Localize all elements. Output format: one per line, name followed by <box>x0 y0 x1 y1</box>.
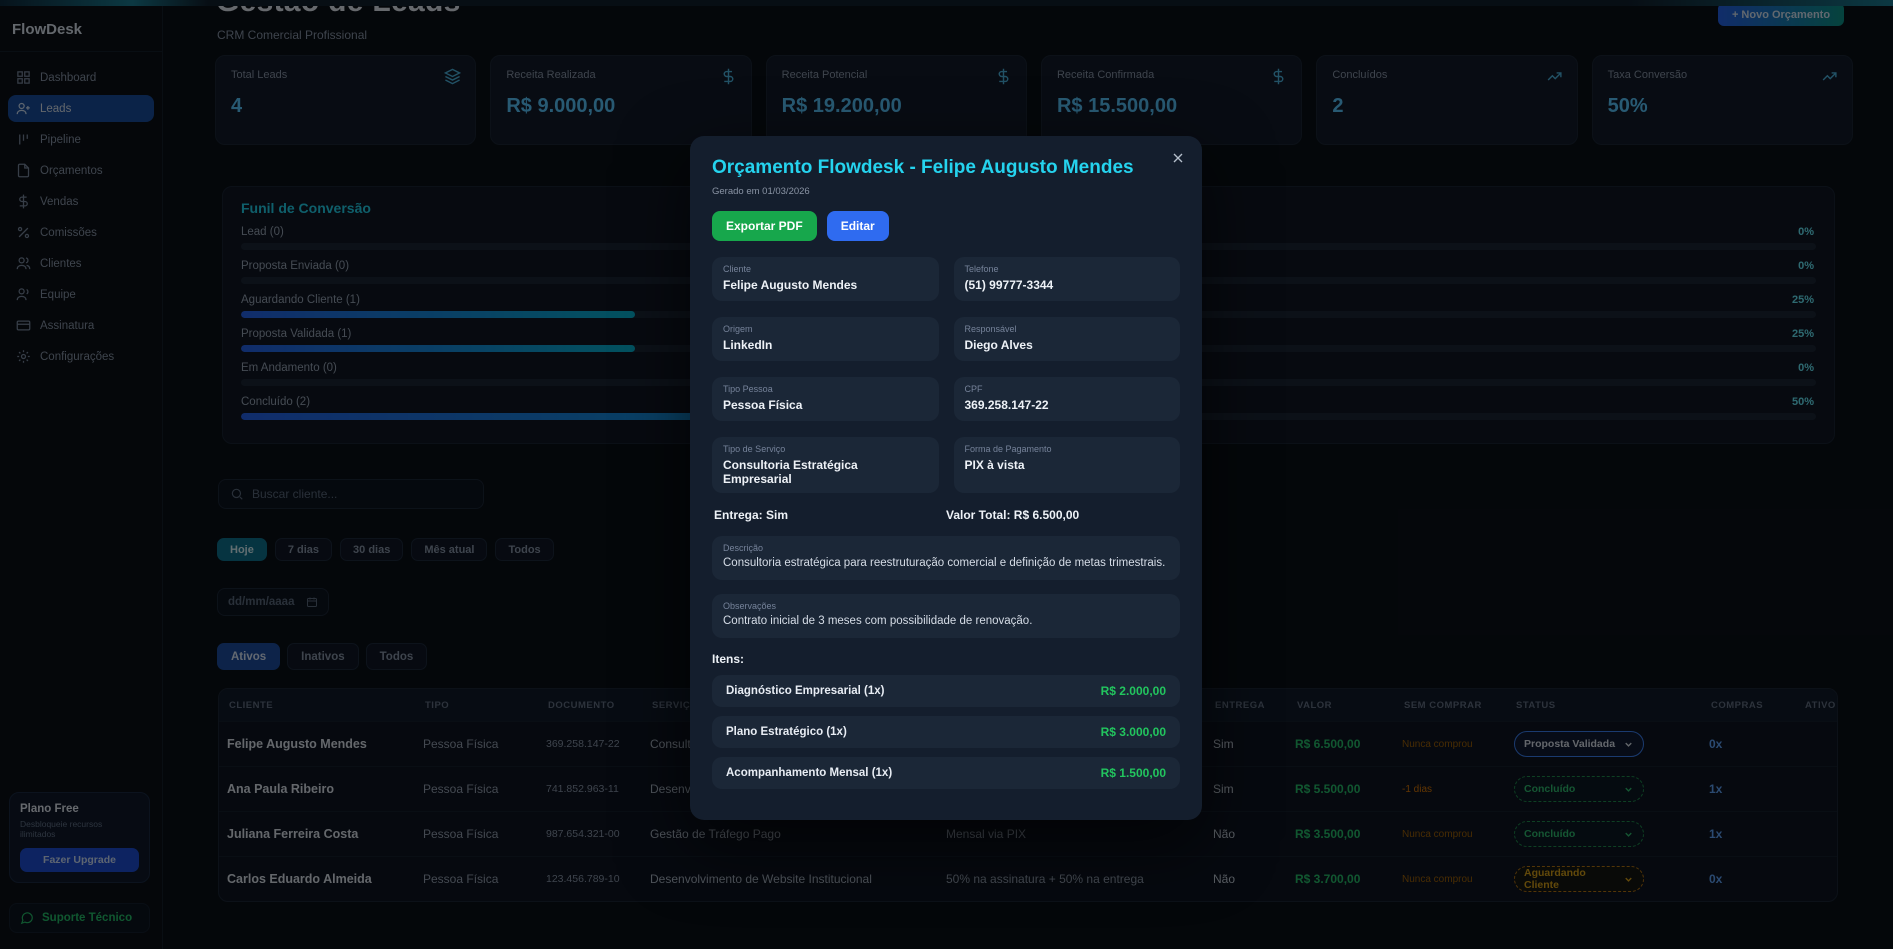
field-telefone: Telefone (51) 99777-3344 <box>954 257 1181 301</box>
field-label: Tipo Pessoa <box>723 384 928 394</box>
field-label: Telefone <box>965 264 1170 274</box>
field-value: Contrato inicial de 3 meses com possibil… <box>723 615 1169 627</box>
export-pdf-button[interactable]: Exportar PDF <box>712 211 817 241</box>
field-label: Origem <box>723 324 928 334</box>
field-value: PIX à vista <box>965 458 1170 472</box>
orcamento-modal: Orçamento Flowdesk - Felipe Augusto Mend… <box>690 136 1202 820</box>
field-value: 369.258.147-22 <box>965 398 1170 412</box>
field-tipo-servico: Tipo de Serviço Consultoria Estratégica E… <box>712 437 939 493</box>
field-value: (51) 99777-3344 <box>965 278 1170 292</box>
modal-generated-date: Gerado em 01/03/2026 <box>712 186 1180 197</box>
entrega-summary: Entrega: Sim <box>714 508 946 522</box>
field-observacoes: Observações Contrato inicial de 3 meses … <box>712 594 1180 638</box>
item-price: R$ 1.500,00 <box>1101 766 1166 780</box>
field-origem: Origem LinkedIn <box>712 317 939 361</box>
field-label: Tipo de Serviço <box>723 444 928 454</box>
item-name: Acompanhamento Mensal (1x) <box>726 765 926 781</box>
field-value: Diego Alves <box>965 338 1170 352</box>
field-value: Felipe Augusto Mendes <box>723 278 928 292</box>
item-row: Acompanhamento Mensal (1x) R$ 1.500,00 <box>712 757 1180 789</box>
field-label: Descrição <box>723 543 1169 553</box>
field-label: Responsável <box>965 324 1170 334</box>
modal-summary: Entrega: Sim Valor Total: R$ 6.500,00 <box>712 508 1180 522</box>
field-forma-pagamento: Forma de Pagamento PIX à vista <box>954 437 1181 493</box>
field-value: Consultoria estratégica para reestrutura… <box>723 557 1169 569</box>
item-name: Plano Estratégico (1x) <box>726 724 926 740</box>
item-price: R$ 3.000,00 <box>1101 725 1166 739</box>
close-icon[interactable] <box>1170 150 1186 166</box>
item-name: Diagnóstico Empresarial (1x) <box>726 683 926 699</box>
field-value: Consultoria Estratégica Empresarial <box>723 458 928 486</box>
modal-fields-grid: Cliente Felipe Augusto Mendes Telefone (51… <box>712 257 1180 493</box>
field-cpf: CPF 369.258.147-22 <box>954 377 1181 421</box>
modal-title: Orçamento Flowdesk - Felipe Augusto Mend… <box>712 157 1180 179</box>
field-label: Forma de Pagamento <box>965 444 1170 454</box>
field-label: Cliente <box>723 264 928 274</box>
items-heading: Itens: <box>712 652 1180 666</box>
field-cliente: Cliente Felipe Augusto Mendes <box>712 257 939 301</box>
item-price: R$ 2.000,00 <box>1101 684 1166 698</box>
item-row: Diagnóstico Empresarial (1x) R$ 2.000,00 <box>712 675 1180 707</box>
field-value: Pessoa Física <box>723 398 928 412</box>
field-tipo-pessoa: Tipo Pessoa Pessoa Física <box>712 377 939 421</box>
modal-actions: Exportar PDF Editar <box>712 211 1180 241</box>
valor-total-summary: Valor Total: R$ 6.500,00 <box>946 508 1178 522</box>
item-row: Plano Estratégico (1x) R$ 3.000,00 <box>712 716 1180 748</box>
edit-button[interactable]: Editar <box>827 211 889 241</box>
field-descricao: Descrição Consultoria estratégica para r… <box>712 536 1180 580</box>
field-label: Observações <box>723 601 1169 611</box>
field-label: CPF <box>965 384 1170 394</box>
field-value: LinkedIn <box>723 338 928 352</box>
field-responsavel: Responsável Diego Alves <box>954 317 1181 361</box>
